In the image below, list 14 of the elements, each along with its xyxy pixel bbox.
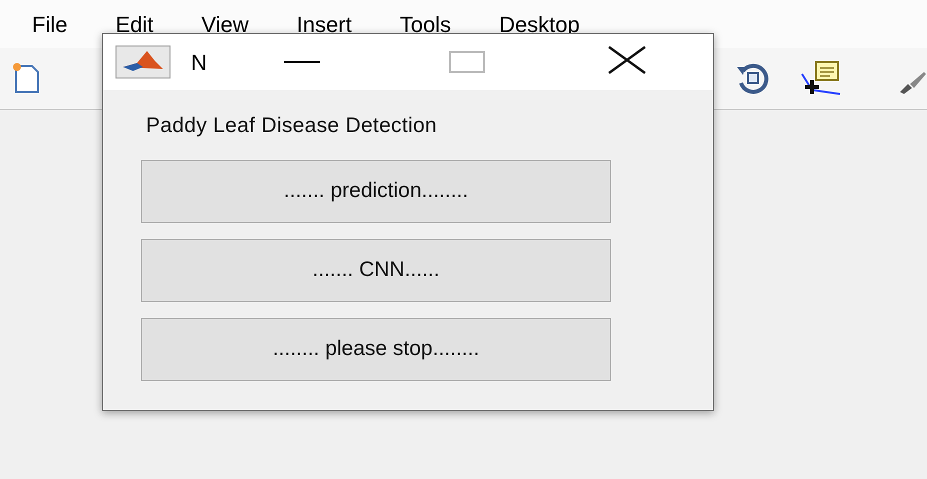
window-title: N <box>191 48 207 76</box>
minimize-icon <box>284 60 320 64</box>
app-logo-icon <box>115 45 171 79</box>
action-button[interactable]: ....... CNN...... <box>141 238 611 302</box>
close-icon <box>608 46 646 74</box>
rotate-icon[interactable] <box>735 61 771 95</box>
action-button[interactable]: ....... prediction........ <box>141 160 611 222</box>
menu-item[interactable]: File <box>32 8 68 40</box>
dialog-heading: Paddy Leaf Disease Detection <box>146 113 438 139</box>
action-button[interactable]: ........ please stop........ <box>141 318 611 380</box>
data-tip-icon[interactable] <box>800 60 842 96</box>
brush-icon[interactable] <box>898 70 927 94</box>
maximize-icon <box>449 51 485 73</box>
new-file-icon[interactable] <box>12 62 42 94</box>
